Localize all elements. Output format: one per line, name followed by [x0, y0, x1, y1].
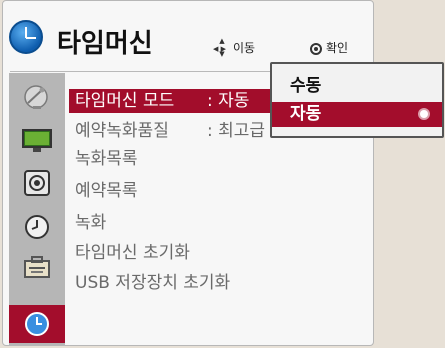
sidebar-item-option[interactable] [16, 249, 58, 285]
menu-item-record[interactable]: 녹화 [69, 211, 339, 235]
menu-item-timemachine-reset[interactable]: 타임머신 초기화 [69, 241, 339, 265]
sidebar-item-picture[interactable] [16, 123, 58, 159]
sidebar [9, 73, 65, 345]
mode-dropdown: 수동 자동 [270, 62, 444, 138]
toolbox-icon [24, 256, 50, 278]
menu-item-label: USB 저장장치 초기화 [75, 273, 231, 293]
page-title: 타임머신 [57, 29, 153, 59]
menu-item-label: 녹화목록 [75, 149, 138, 169]
radio-selected-icon [420, 110, 428, 118]
move-hint: 이동 [213, 37, 256, 63]
sidebar-item-audio[interactable] [16, 165, 58, 201]
satellite-icon [24, 85, 48, 109]
timemachine-clock-icon [9, 20, 43, 54]
menu-item-label: 타임머신 초기화 [75, 243, 190, 263]
sidebar-item-satellite[interactable] [16, 79, 58, 115]
dropdown-option-auto[interactable]: 자동 [272, 102, 442, 127]
clock-small-icon [25, 215, 49, 239]
move-hint-label: 이동 [233, 41, 256, 55]
menu-item-label: 녹화 [75, 213, 107, 233]
osd-panel: 타임머신 이동 확인 [2, 0, 374, 346]
menu-item-label: 예약녹화품질 [75, 121, 169, 141]
sidebar-item-timemachine[interactable] [9, 305, 65, 343]
menu-item-label: 타임머신 모드 [75, 91, 175, 111]
dpad-icon [213, 37, 230, 63]
monitor-icon [22, 129, 52, 152]
dropdown-option-manual[interactable]: 수동 [272, 74, 442, 99]
menu-item-usb-reset[interactable]: USB 저장장치 초기화 [69, 271, 339, 295]
dropdown-option-label: 자동 [290, 104, 322, 124]
menu-item-recorded-list[interactable]: 녹화목록 [69, 147, 339, 171]
ok-button-icon [310, 42, 322, 55]
ok-hint-label: 확인 [326, 41, 349, 55]
ok-hint: 확인 [310, 39, 348, 56]
menu-item-value: : 자동 [207, 91, 250, 111]
sidebar-item-time[interactable] [16, 209, 58, 245]
header: 타임머신 이동 확인 [3, 1, 373, 71]
menu-item-label: 예약목록 [75, 181, 138, 201]
menu-item-timemachine-mode[interactable]: 타임머신 모드 : 자동 [69, 89, 275, 113]
menu-item-value: : 최고급 [207, 121, 266, 141]
dropdown-option-label: 수동 [290, 76, 322, 96]
timemachine-icon [25, 312, 49, 336]
menu-item-schedule-list[interactable]: 예약목록 [69, 179, 339, 203]
speaker-icon [24, 170, 50, 196]
